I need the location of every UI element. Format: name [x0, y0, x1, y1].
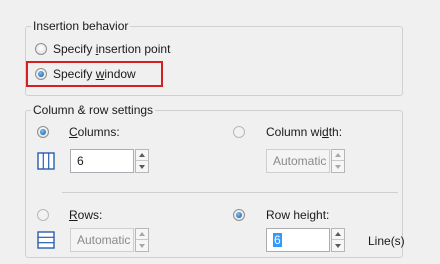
columns-radio[interactable]: [37, 126, 49, 138]
row-height-spin-down[interactable]: [332, 240, 344, 251]
column-width-label[interactable]: Column width:: [266, 125, 342, 139]
arrow-up-icon: [139, 153, 145, 157]
column-width-spin-down[interactable]: [332, 161, 344, 172]
specify-insertion-point-radio[interactable]: [35, 43, 47, 55]
column-width-radio[interactable]: [233, 126, 245, 138]
columns-label[interactable]: Columns:: [69, 125, 120, 139]
rows-icon: [37, 231, 55, 249]
insertion-behavior-title: Insertion behavior: [31, 19, 131, 33]
column-width-spin-up[interactable]: [332, 150, 344, 161]
arrow-down-icon: [335, 164, 341, 169]
section-divider: [62, 192, 398, 193]
rows-spin-up[interactable]: [136, 229, 148, 240]
row-height-label[interactable]: Row height:: [266, 208, 329, 222]
specify-window-radio[interactable]: [35, 68, 47, 80]
specify-window-label[interactable]: Specify window: [53, 67, 136, 81]
arrow-up-icon: [335, 232, 341, 236]
rows-input[interactable]: Automatic: [70, 228, 134, 252]
arrow-down-icon: [335, 243, 341, 248]
row-height-unit-label: Line(s): [368, 234, 405, 248]
rows-spin-down[interactable]: [136, 240, 148, 251]
arrow-up-icon: [139, 232, 145, 236]
row-height-input[interactable]: 6: [266, 228, 330, 252]
columns-spin-down[interactable]: [136, 161, 148, 172]
row-height-spinner[interactable]: [331, 228, 345, 252]
rows-label[interactable]: Rows:: [69, 208, 102, 222]
columns-spinner[interactable]: [135, 149, 149, 173]
column-row-settings-title: Column & row settings: [31, 103, 156, 117]
row-height-value: 6: [273, 233, 282, 247]
row-height-radio[interactable]: [233, 209, 245, 221]
arrow-up-icon: [335, 153, 341, 157]
specify-insertion-point-label[interactable]: Specify insertion point: [53, 42, 170, 56]
rows-spinner[interactable]: [135, 228, 149, 252]
row-height-spin-up[interactable]: [332, 229, 344, 240]
column-width-spinner[interactable]: [331, 149, 345, 173]
arrow-down-icon: [139, 164, 145, 169]
column-width-input[interactable]: Automatic: [266, 149, 330, 173]
columns-input[interactable]: 6: [70, 149, 134, 173]
arrow-down-icon: [139, 243, 145, 248]
columns-icon: [37, 152, 55, 170]
columns-spin-up[interactable]: [136, 150, 148, 161]
rows-radio[interactable]: [37, 209, 49, 221]
